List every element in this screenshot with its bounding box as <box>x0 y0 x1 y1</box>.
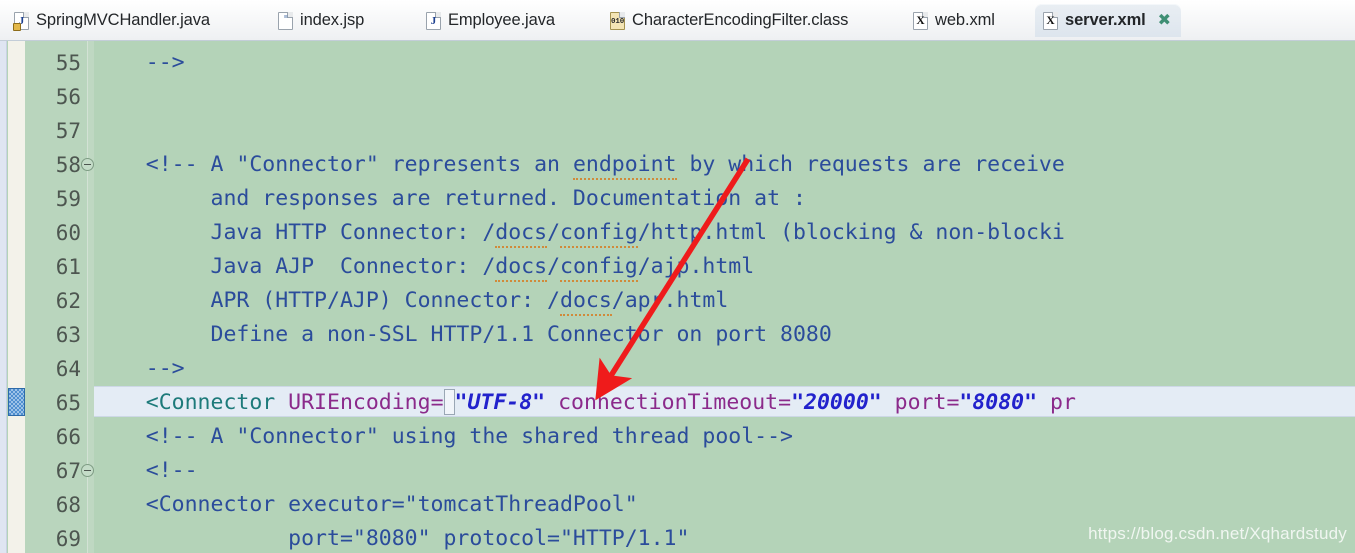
code-line-60: Java HTTP Connector: /docs/config/http.h… <box>94 216 1065 250</box>
line-number: 63 <box>55 323 81 347</box>
xml-file-icon: X <box>913 11 928 30</box>
close-icon[interactable]: ✖ <box>1158 12 1171 29</box>
tab-label: Employee.java <box>448 11 555 30</box>
line-marker-65[interactable] <box>8 388 25 416</box>
line-number: 56 <box>55 85 81 109</box>
tab-characterencodingfilter-class[interactable]: 010 CharacterEncodingFilter.class <box>602 4 858 37</box>
xml-file-icon: X <box>1043 11 1058 30</box>
tab-label: server.xml <box>1065 11 1146 30</box>
line-number: 60 <box>55 221 81 245</box>
code-line-67: <!-- <box>94 458 198 483</box>
annotation-margin[interactable] <box>0 41 7 553</box>
lock-icon <box>13 22 21 31</box>
line-number: 68 <box>55 493 81 517</box>
fold-toggle-icon[interactable] <box>81 464 94 477</box>
value-8080: "8080" <box>959 390 1038 415</box>
tab-server-xml[interactable]: X server.xml ✖ <box>1035 4 1181 37</box>
tab-web-xml[interactable]: X web.xml <box>905 4 1005 37</box>
code-editor-area[interactable]: 55 56 57 58 59 60 61 62 63 64 65 66 67 6… <box>0 41 1355 553</box>
code-line-68: <Connector executor="tomcatThreadPool" <box>94 492 638 517</box>
editor-tab-bar: J SpringMVCHandler.java ≡ index.jsp J Em… <box>0 0 1355 41</box>
tab-springmvchandler-java[interactable]: J SpringMVCHandler.java <box>6 4 220 37</box>
line-number: 58 <box>55 153 81 177</box>
line-number: 62 <box>55 289 81 313</box>
code-line-66: <!-- A "Connector" using the shared thre… <box>94 424 793 449</box>
line-number: 64 <box>55 357 81 381</box>
code-line-69: port="8080" protocol="HTTP/1.1" <box>94 526 690 551</box>
tab-label: SpringMVCHandler.java <box>36 11 210 30</box>
fold-toggle-icon[interactable] <box>81 158 94 171</box>
line-number: 69 <box>55 527 81 551</box>
tab-label: web.xml <box>935 11 995 30</box>
class-file-icon: 010 <box>610 11 625 30</box>
value-utf8: "UTF-8" <box>454 390 546 415</box>
code-line-55: --> <box>94 50 185 75</box>
code-line-64: --> <box>94 356 185 381</box>
java-file-icon: J <box>13 11 29 31</box>
line-number: 65 <box>55 391 81 415</box>
value-20000: "20000" <box>791 390 882 415</box>
tab-label: index.jsp <box>300 11 365 30</box>
code-line-62: APR (HTTP/AJP) Connector: /docs/apr.html <box>94 284 728 318</box>
line-number: 66 <box>55 425 81 449</box>
line-number: 57 <box>55 119 81 143</box>
attr-uriencoding: URIEncoding <box>288 390 431 415</box>
attr-connectiontimeout: connectionTimeout <box>558 390 779 415</box>
marker-bar[interactable] <box>8 41 25 553</box>
code-line-59: and responses are returned. Documentatio… <box>94 186 806 211</box>
attr-trailing: pr <box>1050 390 1076 415</box>
code-line-65[interactable]: <Connector URIEncoding= "UTF-8" connectio… <box>94 386 1076 420</box>
tab-employee-java[interactable]: J Employee.java <box>418 4 565 37</box>
watermark-text: https://blog.csdn.net/Xqhardstudy <box>1088 524 1347 543</box>
code-text[interactable]: --> <!-- A "Connector" represents an end… <box>94 41 1355 553</box>
jsp-file-icon: ≡ <box>278 11 293 30</box>
code-line-58: <!-- A "Connector" represents an endpoin… <box>94 148 1065 182</box>
line-number: 55 <box>55 51 81 75</box>
java-file-icon: J <box>426 11 441 30</box>
line-number: 61 <box>55 255 81 279</box>
line-number: 67 <box>55 459 81 483</box>
code-line-63: Define a non-SSL HTTP/1.1 Connector on p… <box>94 322 832 347</box>
text-caret <box>443 389 455 415</box>
code-line-61: Java AJP Connector: /docs/config/ajp.htm… <box>94 250 754 284</box>
line-number: 59 <box>55 187 81 211</box>
attr-port: port <box>894 390 947 415</box>
eclipse-editor-window: J SpringMVCHandler.java ≡ index.jsp J Em… <box>0 0 1355 553</box>
tab-label: CharacterEncodingFilter.class <box>632 11 849 30</box>
tab-index-jsp[interactable]: ≡ index.jsp <box>270 4 374 37</box>
